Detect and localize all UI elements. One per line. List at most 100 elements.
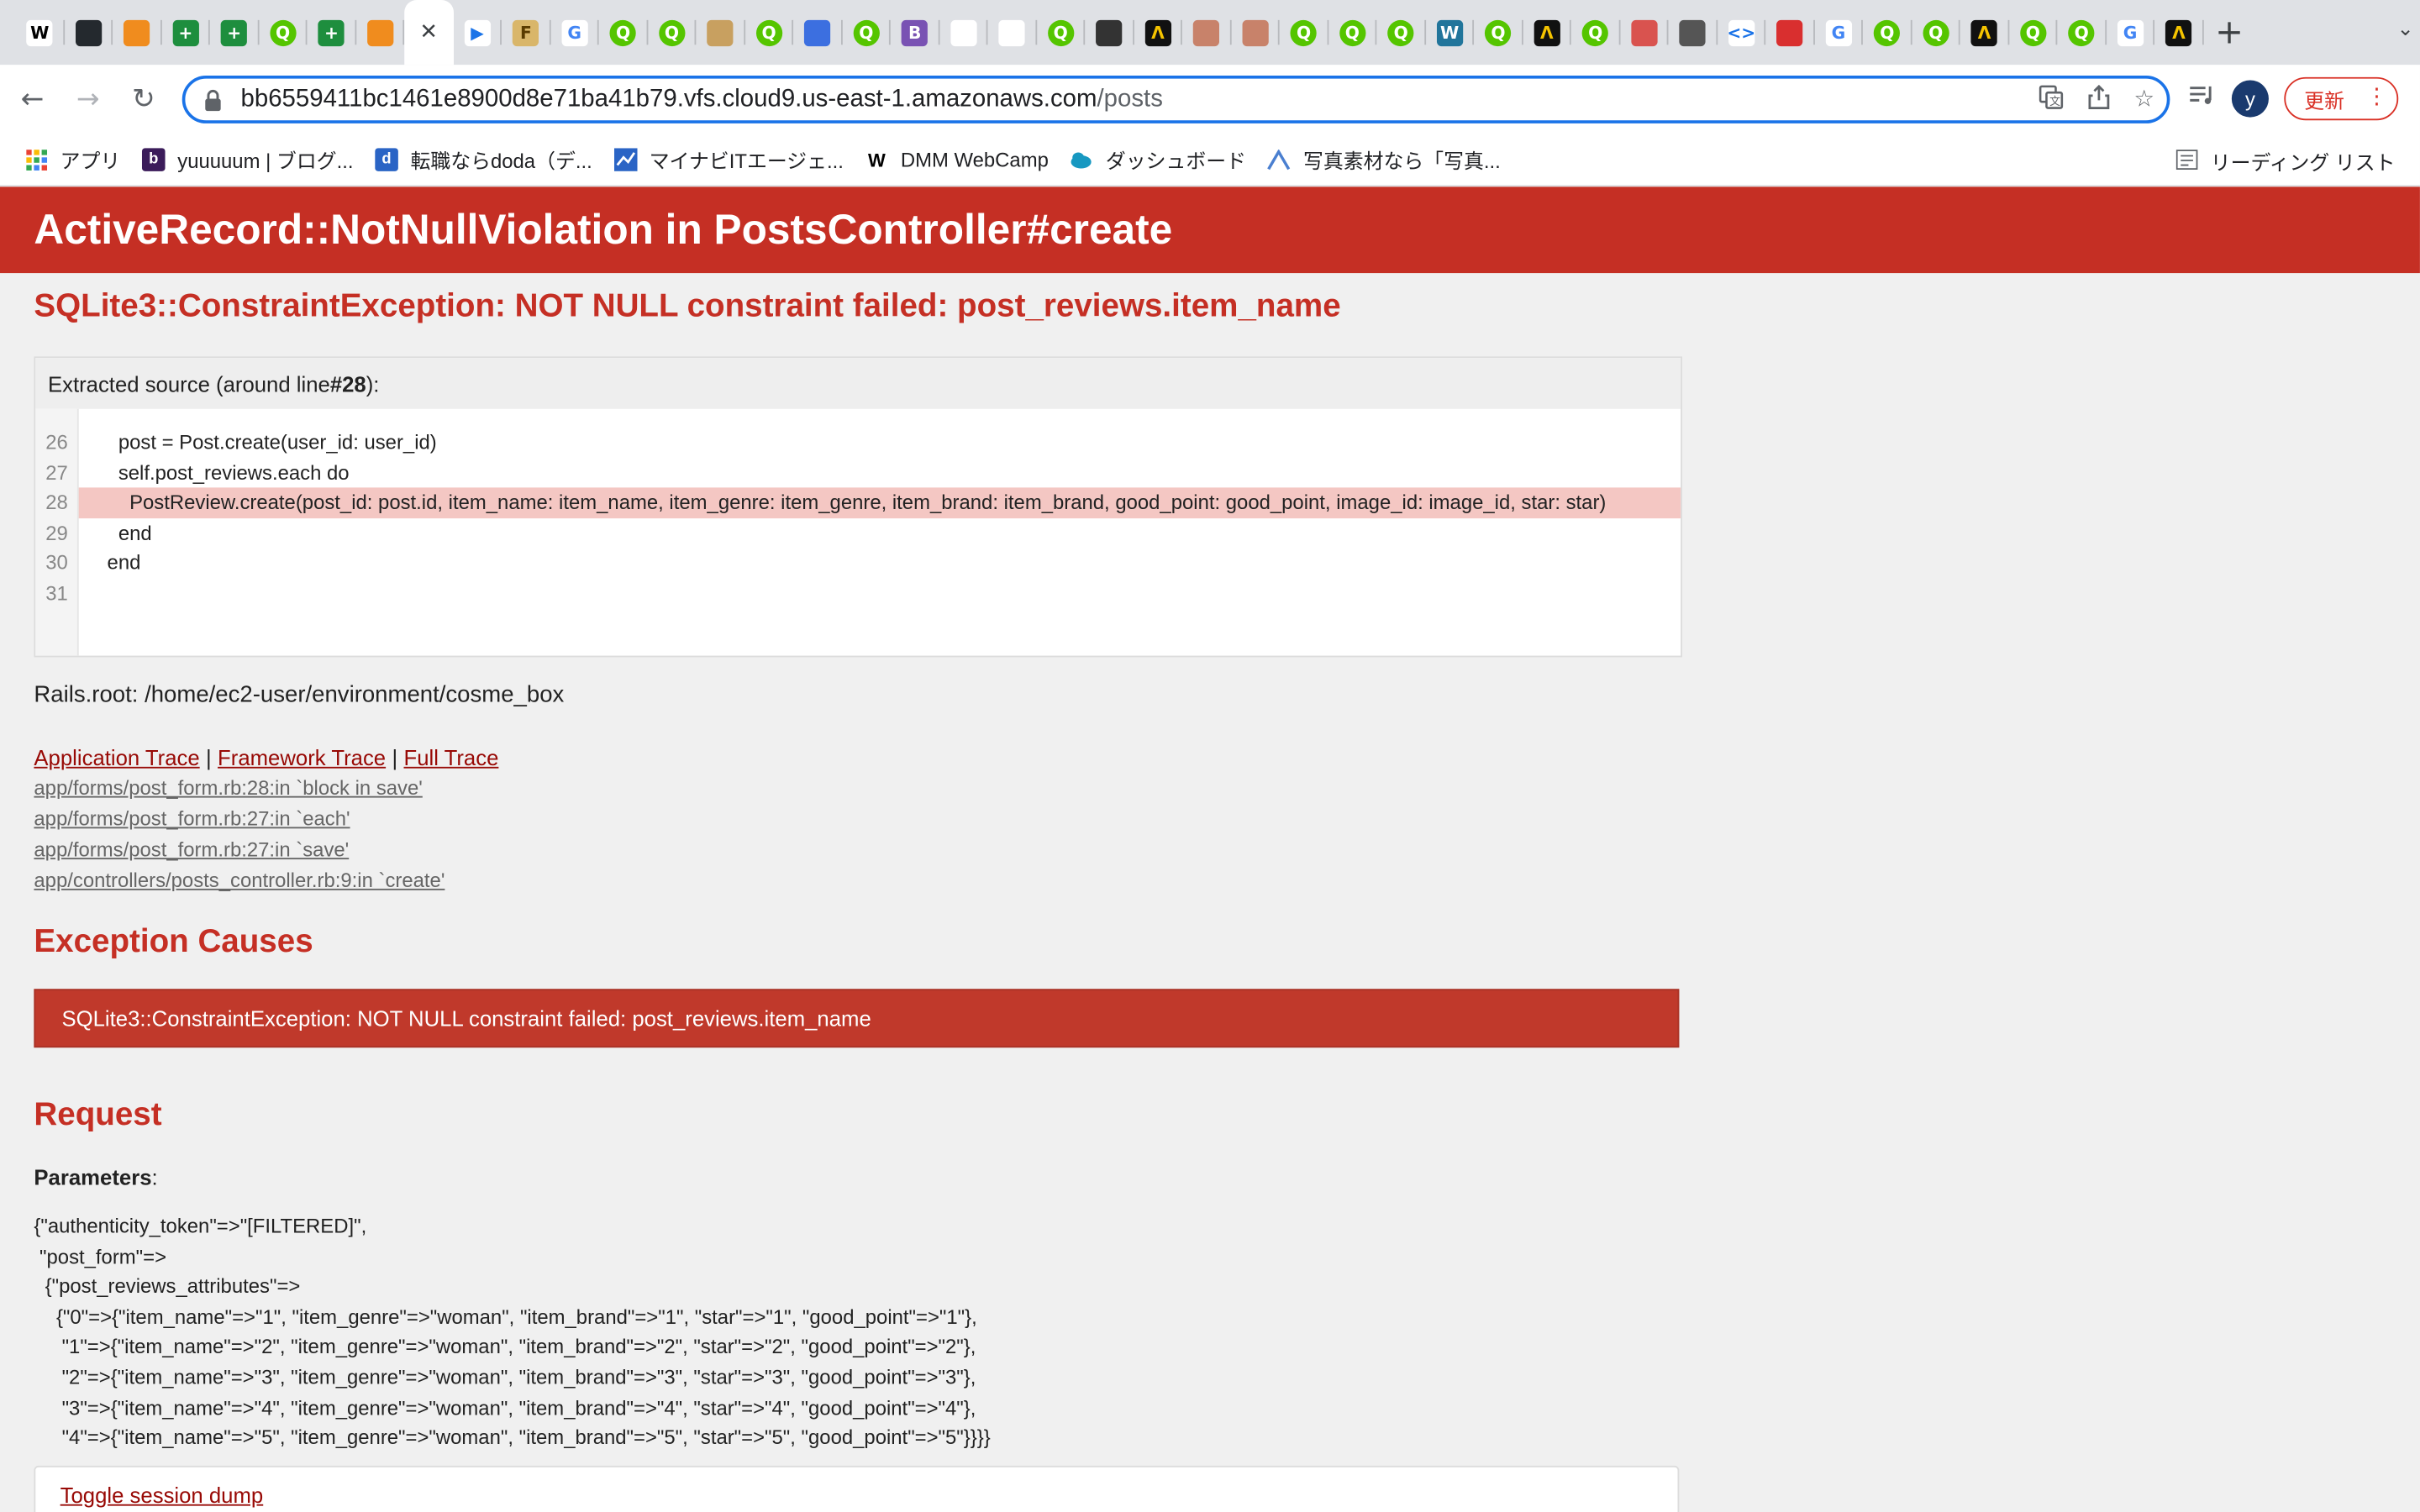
bookmark-label: 転職ならdoda（デ... xyxy=(410,150,592,173)
browser-tab[interactable] xyxy=(1231,0,1280,65)
browser-tab[interactable]: Q xyxy=(1474,0,1523,65)
browser-tab[interactable]: Q xyxy=(1328,0,1376,65)
rails-root: Rails.root: /home/ec2-user/environment/c… xyxy=(34,681,565,709)
close-icon[interactable]: ✕ xyxy=(416,19,442,45)
browser-tab[interactable]: Q xyxy=(2057,0,2106,65)
bookmark-item[interactable]: マイナビITエージェ... xyxy=(613,145,844,175)
checker-icon xyxy=(707,18,734,46)
tab-search-chevron-icon[interactable]: ⌄ xyxy=(2397,18,2414,42)
browser-tab[interactable]: Λ xyxy=(1960,0,2009,65)
browser-tab[interactable] xyxy=(696,0,744,65)
parameters-label-text: Parameters xyxy=(34,1164,152,1190)
line-number: 28 xyxy=(45,491,68,514)
trace-line-link[interactable]: app/forms/post_form.rb:28:in `block in s… xyxy=(34,776,422,800)
bookmark-item[interactable]: W DMM WebCamp xyxy=(865,148,1049,171)
lock-icon[interactable] xyxy=(203,89,222,111)
qiita-icon: Q xyxy=(1582,18,1609,46)
bookmark-star-icon[interactable]: ☆ xyxy=(2133,85,2154,116)
browser-tab[interactable]: + xyxy=(161,0,210,65)
code-line: self.post_reviews.each do xyxy=(85,460,350,484)
exception-causes-title: Exception Causes xyxy=(34,924,313,960)
browser-tab[interactable]: Q xyxy=(1280,0,1328,65)
browser-tab[interactable] xyxy=(355,0,404,65)
browser-tab[interactable] xyxy=(64,0,113,65)
browser-tab[interactable]: Λ xyxy=(2154,0,2203,65)
browser-tab[interactable]: Q xyxy=(1912,0,1960,65)
profile-avatar[interactable]: y xyxy=(2231,80,2269,118)
trace-line-link[interactable]: app/forms/post_form.rb:27:in `save' xyxy=(34,837,349,861)
browser-tab[interactable] xyxy=(1765,0,1814,65)
browser-tab[interactable]: Q xyxy=(842,0,891,65)
bookmark-item[interactable]: ダッシュボード xyxy=(1071,145,1246,175)
browser-tab[interactable]: Λ xyxy=(1523,0,1571,65)
update-button[interactable]: 更新 ⋮ xyxy=(2284,76,2399,121)
browser-tab[interactable] xyxy=(1668,0,1717,65)
browser-tab[interactable]: Q xyxy=(1036,0,1085,65)
qiita-icon: Q xyxy=(1290,18,1318,46)
qiita-icon: Q xyxy=(1874,18,1901,46)
exception-cause[interactable]: SQLite3::ConstraintException: NOT NULL c… xyxy=(34,989,1680,1048)
browser-tab[interactable]: Q xyxy=(744,0,793,65)
browser-tab[interactable] xyxy=(113,0,161,65)
framework-trace-link[interactable]: Framework Trace xyxy=(218,745,386,769)
qiita-icon: Q xyxy=(269,18,297,46)
share-icon[interactable] xyxy=(2087,84,2109,116)
browser-tab[interactable]: ✕ xyxy=(404,0,454,66)
browser-tab[interactable]: <> xyxy=(1717,0,1765,65)
toggle-session-dump-link[interactable]: Toggle session dump xyxy=(60,1483,264,1507)
reading-list-label: リーディング リスト xyxy=(2210,150,2396,175)
full-trace-link[interactable]: Full Trace xyxy=(403,745,498,769)
browser-tab[interactable]: Q xyxy=(1571,0,1620,65)
browser-tab[interactable] xyxy=(1085,0,1134,65)
browser-tab[interactable]: Q xyxy=(599,0,648,65)
browser-tab[interactable] xyxy=(1182,0,1231,65)
more-menu-icon[interactable]: ⋮ xyxy=(2366,85,2388,109)
reading-list[interactable]: リーディング リスト xyxy=(2176,146,2396,176)
browser-tab[interactable]: Q xyxy=(1376,0,1425,65)
browser-tab[interactable]: Q xyxy=(259,0,308,65)
browser-tab[interactable]: Q xyxy=(1863,0,1912,65)
browser-tab[interactable]: + xyxy=(308,0,356,65)
application-trace-link[interactable]: Application Trace xyxy=(34,745,199,769)
trace-line-link[interactable]: app/forms/post_form.rb:27:in `each' xyxy=(34,807,350,831)
source-header: Extracted source (around line #28): xyxy=(35,358,1681,409)
parameters-dump: {"authenticity_token"=>"[FILTERED]", "po… xyxy=(34,1211,2386,1453)
browser-tab[interactable]: Q xyxy=(647,0,696,65)
browser-tab[interactable] xyxy=(793,0,842,65)
browser-tab[interactable]: Q xyxy=(2008,0,2057,65)
browser-tab[interactable]: W xyxy=(1425,0,1474,65)
browser-tab[interactable]: Λ xyxy=(1134,0,1182,65)
browser-tab[interactable] xyxy=(1620,0,1669,65)
new-tab-button[interactable]: + xyxy=(2203,0,2255,65)
google-icon: G xyxy=(2117,18,2144,46)
qiita-icon: Q xyxy=(658,18,686,46)
browser-tab[interactable]: G xyxy=(550,0,599,65)
media-queue-icon[interactable] xyxy=(2188,84,2216,113)
bookmark-item[interactable]: 写真素材なら「写真... xyxy=(1267,145,1501,175)
browser-tab[interactable]: B xyxy=(891,0,939,65)
reload-icon[interactable]: ↻ xyxy=(120,76,166,123)
tab-strip: W + + Q + ✕ ▶ F G Q Q Q Q B Q Λ Q Q Q W Q Λ Q <> G Q Q Λ Q Q G Λ + ⌄ xyxy=(0,0,2420,66)
browser-tab[interactable]: G xyxy=(2106,0,2154,65)
globe-icon xyxy=(1679,18,1707,46)
bookmark-item[interactable]: アプリ xyxy=(24,145,120,175)
browser-tab[interactable]: W xyxy=(15,0,64,65)
browser-tab[interactable]: + xyxy=(210,0,259,65)
forward-arrow-icon[interactable]: → xyxy=(65,76,111,123)
browser-tab[interactable] xyxy=(939,0,988,65)
browser-tab[interactable]: ▶ xyxy=(453,0,502,65)
browser-tab[interactable] xyxy=(987,0,1036,65)
qiita-icon: Q xyxy=(1923,18,1949,46)
translate-icon[interactable]: 文 xyxy=(2038,85,2063,116)
trace-line-link[interactable]: app/controllers/posts_controller.rb:9:in… xyxy=(34,869,445,892)
bookmark-item[interactable]: d 転職ならdoda（デ... xyxy=(375,145,592,175)
browser-tab[interactable]: F xyxy=(502,0,550,65)
bookmark-item[interactable]: b yuuuuum | ブログ... xyxy=(142,145,353,175)
back-arrow-icon[interactable]: ← xyxy=(9,76,55,123)
cloud-icon xyxy=(1071,148,1094,171)
qiita-icon: Q xyxy=(609,18,637,46)
sheets-icon: + xyxy=(318,18,345,46)
browser-tab[interactable]: G xyxy=(1814,0,1863,65)
address-bar[interactable]: bb6559411bc1461e8900d8e71ba41b79.vfs.clo… xyxy=(182,75,2170,123)
source-header-end: ): xyxy=(366,370,380,396)
